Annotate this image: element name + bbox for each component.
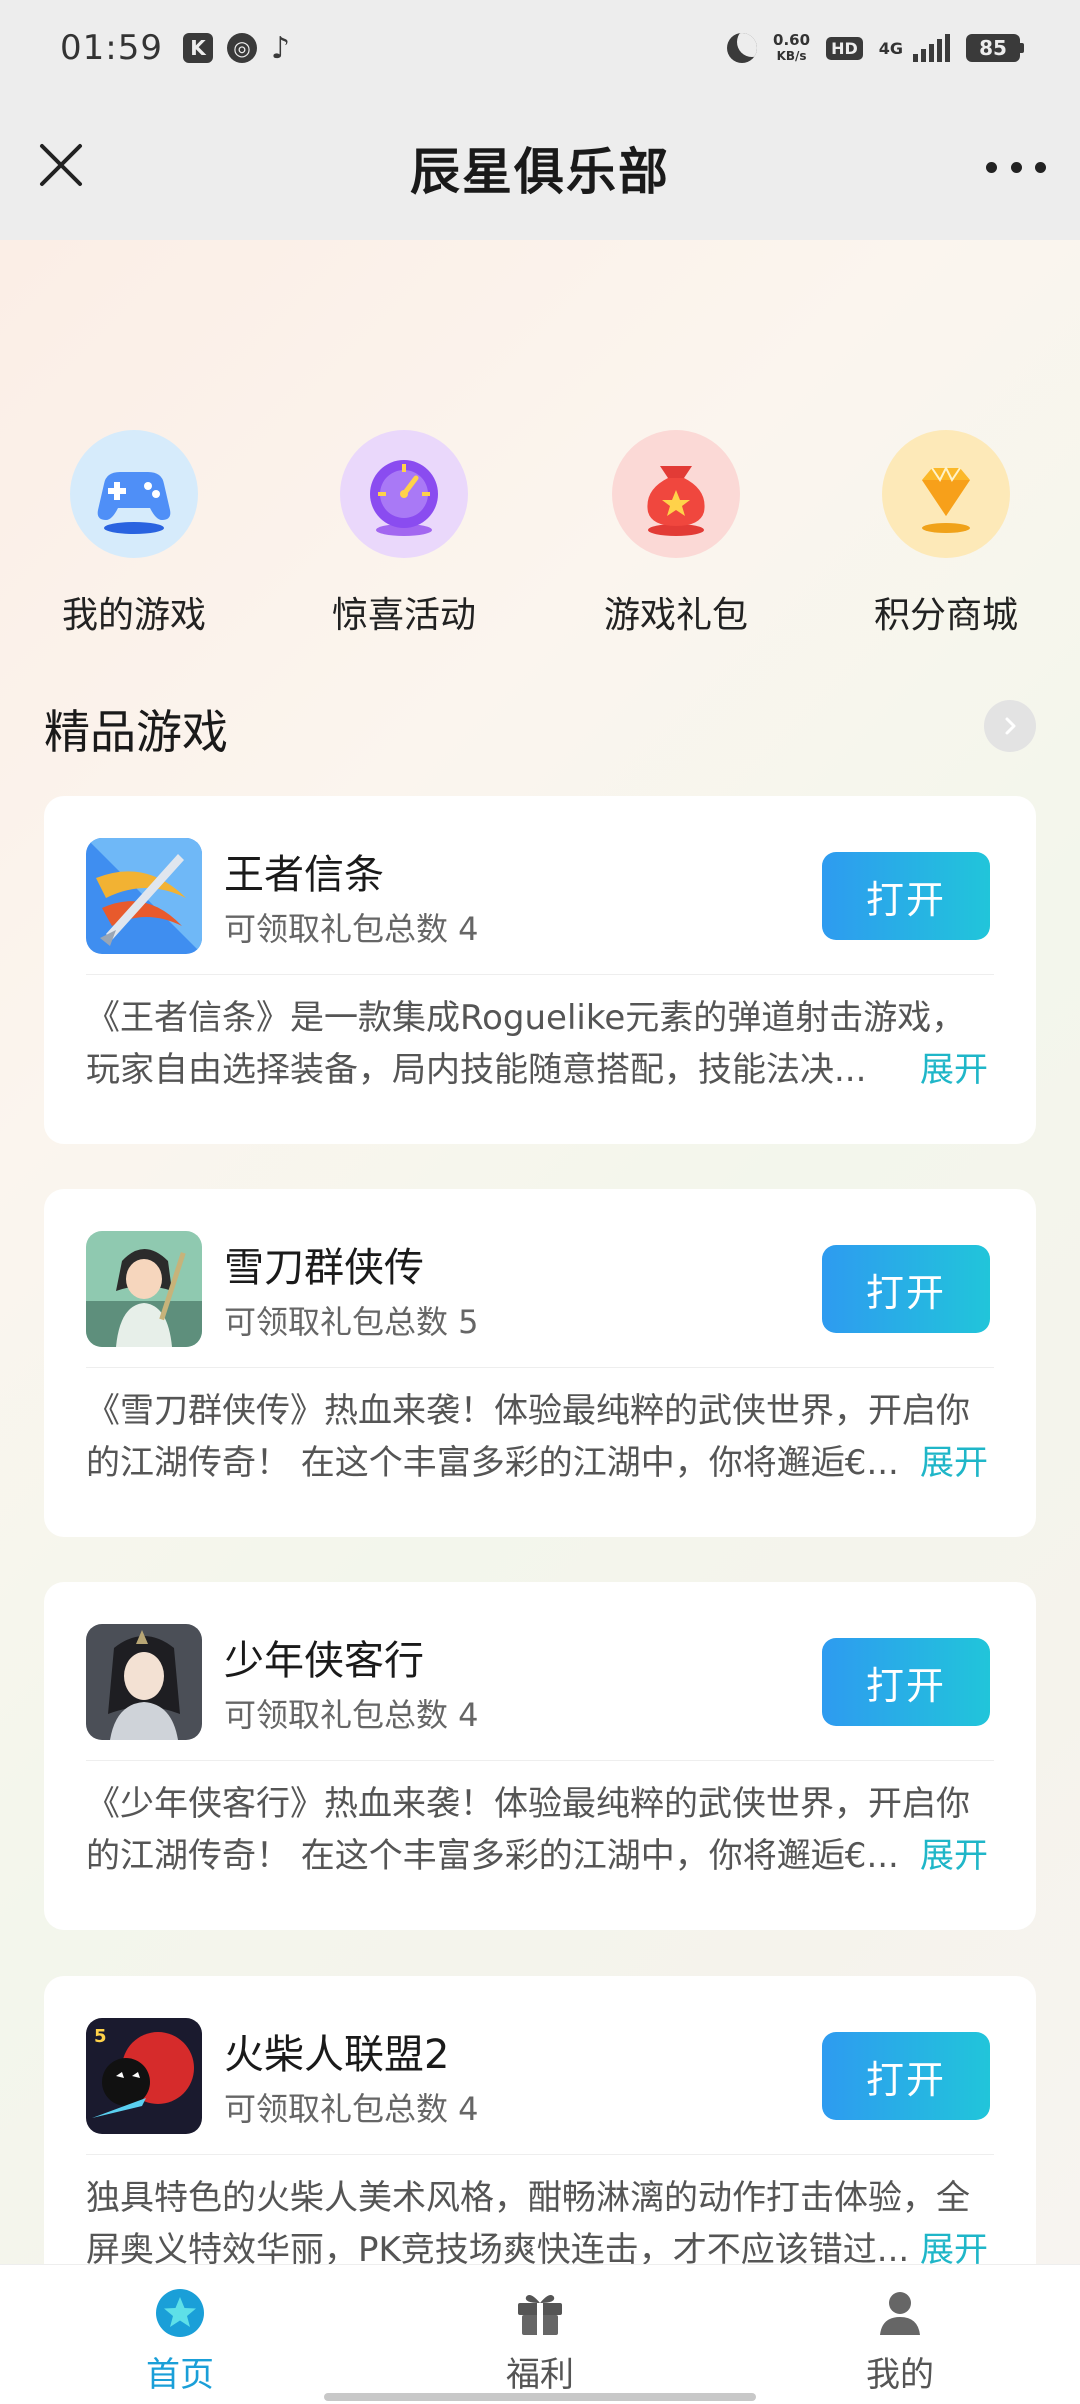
section-more-button[interactable] xyxy=(984,700,1036,752)
page-title: 辰星俱乐部 xyxy=(410,143,670,201)
aperture-app-icon: ◎ xyxy=(226,33,257,63)
tiktok-icon: ♪ xyxy=(270,30,291,66)
do-not-disturb-icon xyxy=(727,33,758,63)
net-speed-value: 0.60 xyxy=(773,31,811,49)
star-home-icon xyxy=(156,2289,204,2337)
description-line: 《雪刀群侠传》热血来袭！体验最纯粹的武侠世界，开启你 xyxy=(86,1391,970,1431)
chevron-right-icon xyxy=(1005,717,1016,735)
gift-count: 可领取礼包总数 4 xyxy=(224,1696,479,1734)
game-description: 《雪刀群侠传》热血来袭！体验最纯粹的武侠世界，开启你 的江湖传奇！ 在这个丰富多… xyxy=(86,1385,994,1489)
gift-count: 可领取礼包总数 5 xyxy=(224,1303,479,1341)
hd-icon: HD xyxy=(826,36,863,60)
game-name: 少年侠客行 xyxy=(224,1638,424,1684)
game-card[interactable]: 雪刀群侠传 可领取礼包总数 5 打开 《雪刀群侠传》热血来袭！体验最纯粹的武侠世… xyxy=(44,1189,1036,1537)
description-line: 《少年侠客行》热血来袭！体验最纯粹的武侠世界，开启你 xyxy=(86,1784,970,1824)
expand-link[interactable]: 展开 xyxy=(914,2224,988,2264)
quick-link-label: 游戏礼包 xyxy=(603,595,748,636)
gift-count: 可领取礼包总数 4 xyxy=(224,910,479,948)
description-line: 玩家自由选择装备，局内技能随意搭配，技能法决... xyxy=(86,1050,867,1090)
battery-level: 85 xyxy=(966,34,1020,62)
quick-link-gift-packs[interactable]: 游戏礼包 xyxy=(566,430,786,638)
game-description: 《王者信条》是一款集成Roguelike元素的弹道射击游戏， 玩家自由选择装备，… xyxy=(86,992,994,1096)
divider xyxy=(86,974,994,975)
network-type: 4G xyxy=(878,38,903,58)
divider xyxy=(86,1760,994,1761)
game-name: 雪刀群侠传 xyxy=(224,1245,424,1291)
gift-count: 可领取礼包总数 4 xyxy=(224,2090,479,2128)
status-time: 01:59 xyxy=(60,28,163,68)
speedometer-icon xyxy=(340,430,468,558)
home-indicator xyxy=(324,2393,756,2401)
nav-bar: 辰星俱乐部 xyxy=(0,96,1080,240)
tab-home[interactable]: 首页 xyxy=(80,2285,280,2396)
net-speed-unit: KB/s xyxy=(776,49,807,63)
open-button[interactable]: 打开 xyxy=(822,1245,990,1333)
expand-link[interactable]: 展开 xyxy=(914,1044,988,1096)
tab-welfare[interactable]: 福利 xyxy=(440,2285,640,2396)
game-icon-huochairen: 5 xyxy=(86,2018,202,2134)
gift-icon xyxy=(518,2295,562,2335)
signal-icon xyxy=(913,34,950,62)
quick-link-label: 我的游戏 xyxy=(61,595,206,636)
game-name: 王者信条 xyxy=(224,852,384,898)
description-line: 独具特色的火柴人美术风格，酣畅淋漓的动作打击体验，全 xyxy=(86,2178,970,2218)
description-line: 屏奥义特效华丽，PK竞技场爽快连击，才不应该错过... xyxy=(86,2230,910,2264)
bottom-tab-bar: 首页 福利 我的 xyxy=(0,2264,1080,2404)
expand-link[interactable]: 展开 xyxy=(914,1830,988,1882)
battery-icon: 85 xyxy=(966,34,1024,62)
tab-label: 首页 xyxy=(146,2355,214,2395)
quick-link-surprise-events[interactable]: 惊喜活动 xyxy=(294,430,514,638)
status-left: 01:59 K ◎ ♪ xyxy=(60,28,290,68)
description-line: 的江湖传奇！ 在这个丰富多彩的江湖中，你将邂逅€... xyxy=(86,1443,899,1483)
diamond-icon xyxy=(882,430,1010,558)
game-description: 独具特色的火柴人美术风格，酣畅淋漓的动作打击体验，全 屏奥义特效华丽，PK竞技场… xyxy=(86,2172,994,2264)
game-description: 《少年侠客行》热血来袭！体验最纯粹的武侠世界，开启你 的江湖传奇！ 在这个丰富多… xyxy=(86,1778,994,1882)
game-icon-shaonian xyxy=(86,1624,202,1740)
close-icon[interactable] xyxy=(36,140,86,190)
open-button[interactable]: 打开 xyxy=(822,2032,990,2120)
open-button[interactable]: 打开 xyxy=(822,852,990,940)
section-title: 精品游戏 xyxy=(44,705,228,759)
divider xyxy=(86,1367,994,1368)
more-options-icon[interactable] xyxy=(986,152,1046,182)
divider xyxy=(86,2154,994,2155)
description-line: 的江湖传奇！ 在这个丰富多彩的江湖中，你将邂逅€... xyxy=(86,1836,899,1876)
user-icon xyxy=(880,2292,920,2335)
gift-bag-icon xyxy=(612,430,740,558)
net-speed: 0.60 KB/s xyxy=(773,32,810,64)
quick-link-my-games[interactable]: 我的游戏 xyxy=(24,430,244,638)
game-card[interactable]: 5 火柴人联盟2 可领取礼包总数 4 打开 独具特色的火柴人美术风格，酣畅淋漓的… xyxy=(44,1976,1036,2264)
open-button[interactable]: 打开 xyxy=(822,1638,990,1726)
quick-links: 我的游戏 惊喜活动 游戏礼包 积分商城 xyxy=(0,430,1080,650)
status-bar: 01:59 K ◎ ♪ 0.60 KB/s HD 4G 85 xyxy=(0,0,1080,96)
tab-mine[interactable]: 我的 xyxy=(800,2285,1000,2396)
quick-link-points-mall[interactable]: 积分商城 xyxy=(836,430,1056,638)
tab-label: 福利 xyxy=(506,2355,574,2395)
k-app-icon: K xyxy=(182,33,213,63)
gamepad-icon xyxy=(70,430,198,558)
expand-link[interactable]: 展开 xyxy=(914,1437,988,1489)
game-icon-wangzhe xyxy=(86,838,202,954)
main-content: 我的游戏 惊喜活动 游戏礼包 积分商城 精品游戏 王者信条 可领取礼包总数 4 … xyxy=(0,240,1080,2264)
game-card[interactable]: 王者信条 可领取礼包总数 4 打开 《王者信条》是一款集成Roguelike元素… xyxy=(44,796,1036,1144)
svg-text:5: 5 xyxy=(94,2026,107,2047)
description-line: 《王者信条》是一款集成Roguelike元素的弹道射击游戏， xyxy=(86,998,966,1038)
quick-link-label: 惊喜活动 xyxy=(331,595,476,636)
game-name: 火柴人联盟2 xyxy=(224,2032,450,2078)
status-right: 0.60 KB/s HD 4G 85 xyxy=(727,32,1024,64)
game-card[interactable]: 少年侠客行 可领取礼包总数 4 打开 《少年侠客行》热血来袭！体验最纯粹的武侠世… xyxy=(44,1582,1036,1930)
quick-link-label: 积分商城 xyxy=(873,595,1018,636)
game-icon-xuedao xyxy=(86,1231,202,1347)
tab-label: 我的 xyxy=(866,2355,934,2395)
